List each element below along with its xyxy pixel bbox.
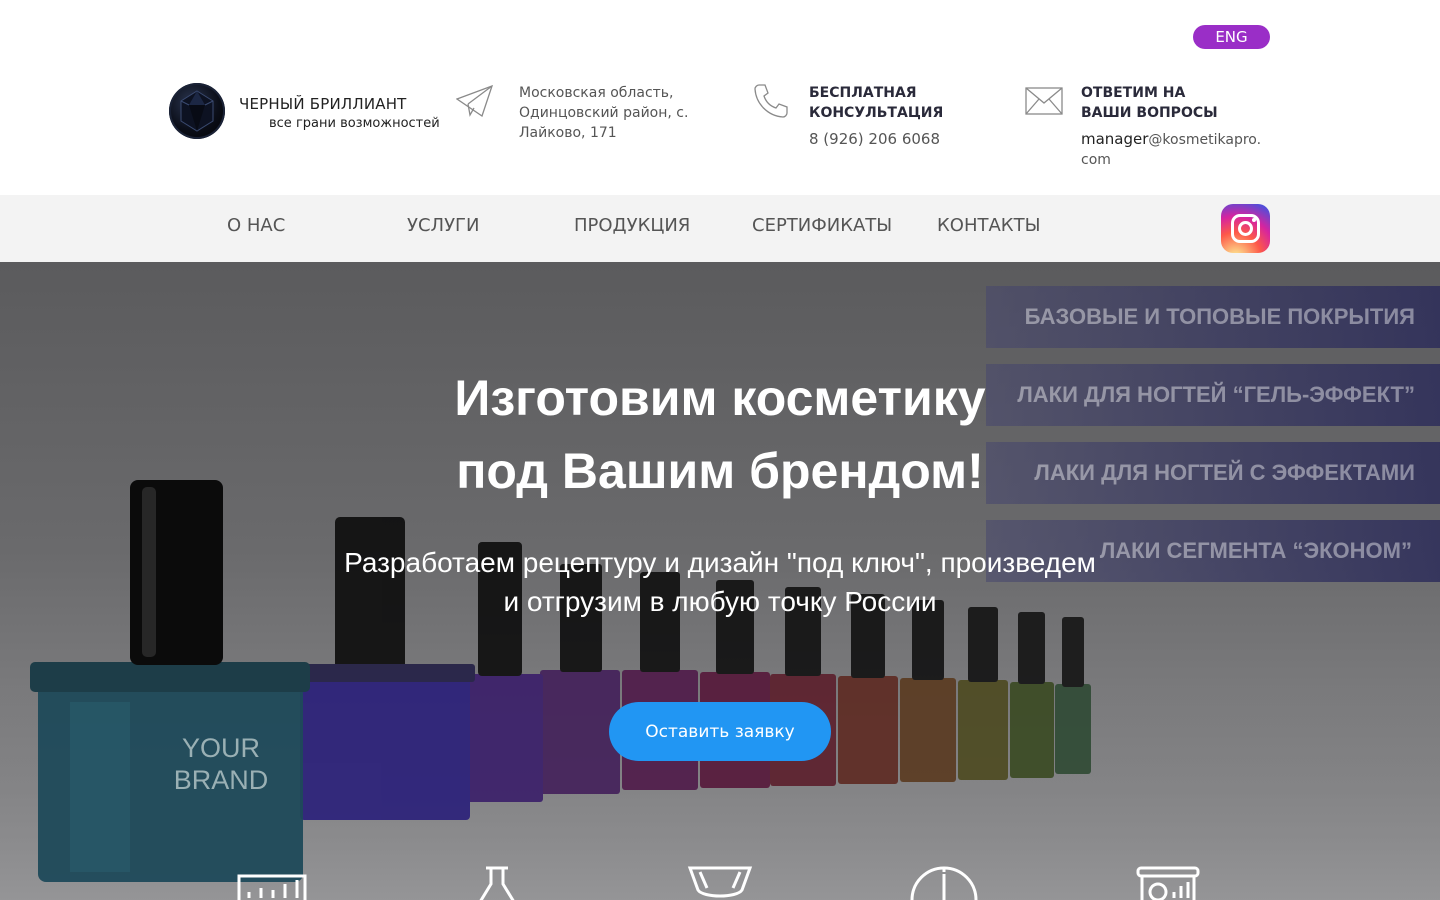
address-line: Московская область, (519, 85, 674, 101)
hero-subtitle: Разработаем рецептуру и дизайн "под ключ… (0, 543, 1440, 621)
nav-item-about[interactable]: О НАС (227, 215, 285, 236)
consultation-title: КОНСУЛЬТАЦИЯ (809, 105, 944, 121)
logo-tagline: все грани возможностей (269, 116, 440, 131)
email-title: ВАШИ ВОПРОСЫ (1081, 105, 1218, 121)
instagram-icon[interactable] (1221, 204, 1270, 253)
email-title: ОТВЕТИМ НА (1081, 85, 1186, 101)
bottle-label-line: BRAND (174, 765, 269, 795)
diamond-logo-icon (169, 83, 225, 139)
email-user: manager (1081, 130, 1149, 148)
bottle-label-line: YOUR (182, 733, 260, 763)
contact-email-block: ОТВЕТИМ НА ВАШИ ВОПРОСЫ manager@kosmetik… (1081, 83, 1266, 170)
nav-item-contacts[interactable]: КОНТАКТЫ (937, 215, 1040, 236)
analytics-board-icon (1136, 866, 1200, 900)
hero-subtitle-line: и отгрузим в любую точку России (503, 586, 937, 617)
phone-icon (753, 83, 789, 124)
envelope-icon (1025, 87, 1063, 120)
logo-name: ЧЕРНЫЙ БРИЛЛИАНТ (239, 95, 407, 113)
nav-item-products[interactable]: ПРОДУКЦИЯ (574, 215, 690, 236)
nav-item-services[interactable]: УСЛУГИ (407, 215, 479, 236)
address-line: Лайково, 171 (519, 125, 617, 141)
consultation-block: БЕСПЛАТНАЯ КОНСУЛЬТАЦИЯ 8 (926) 206 6068 (809, 83, 943, 148)
phone-number-link[interactable]: 8 (926) 206 6068 (809, 130, 943, 148)
flask-icon (479, 866, 515, 900)
hero-section: YOUR BRAND БАЗОВЫЕ И ТОПОВЫЕ ПОКРЫТИЯ ЛА… (0, 262, 1440, 900)
trophy-icon (687, 866, 753, 898)
consultation-title: БЕСПЛАТНАЯ (809, 85, 917, 101)
chart-icon (237, 874, 307, 900)
email-link[interactable]: manager@kosmetikapro.com (1081, 129, 1266, 170)
address: Московская область, Одинцовский район, с… (519, 83, 688, 143)
hero-title-line: Изготовим косметику (454, 370, 986, 426)
logo[interactable]: ЧЕРНЫЙ БРИЛЛИАНТ все грани возможностей (169, 83, 440, 141)
paper-plane-icon (455, 84, 494, 122)
hero-title-line: под Вашим брендом! (456, 443, 984, 499)
address-line: Одинцовский район, с. (519, 105, 689, 121)
category-base-top-coats[interactable]: БАЗОВЫЕ И ТОПОВЫЕ ПОКРЫТИЯ (986, 286, 1440, 348)
submit-request-button[interactable]: Оставить заявку (609, 702, 831, 761)
nav-item-certificates[interactable]: СЕРТИФИКАТЫ (752, 215, 892, 236)
language-switch-button[interactable]: ENG (1193, 25, 1270, 49)
hero-title: Изготовим косметику под Вашим брендом! (0, 362, 1440, 508)
clock-icon (910, 866, 978, 900)
hero-subtitle-line: Разработаем рецептуру и дизайн "под ключ… (344, 547, 1096, 578)
